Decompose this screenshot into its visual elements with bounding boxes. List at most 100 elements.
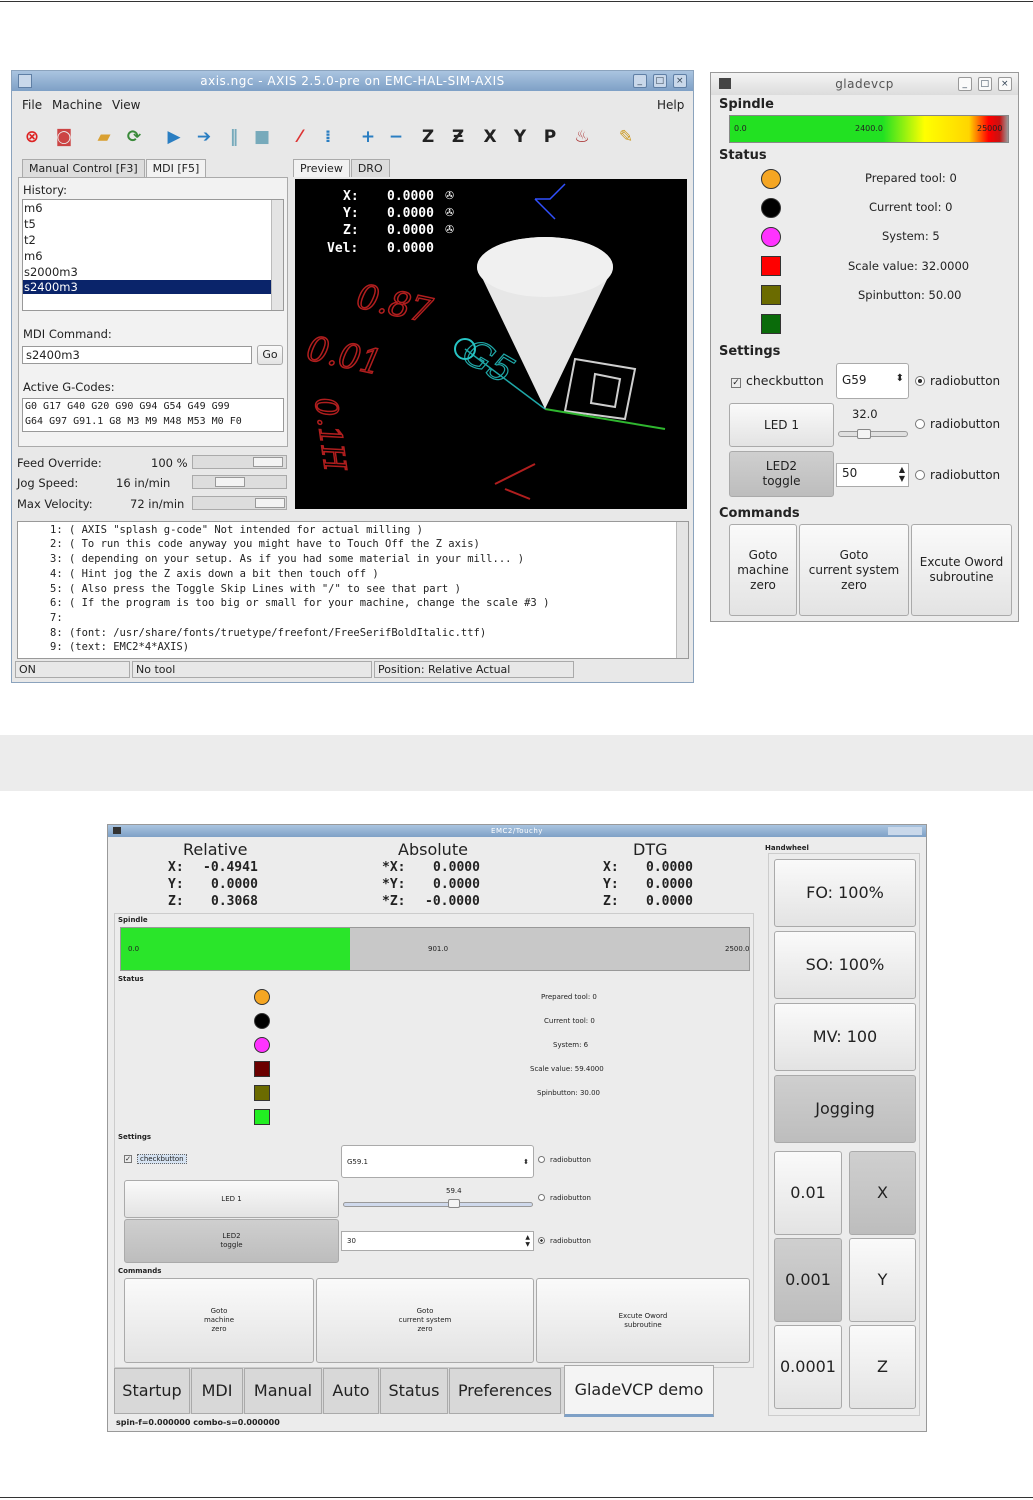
- led1-button[interactable]: LED 1: [124, 1180, 339, 1218]
- tab-mdi[interactable]: MDI: [191, 1368, 243, 1414]
- maximize-icon[interactable]: □: [978, 77, 992, 91]
- estop-icon[interactable]: ⊗: [20, 125, 44, 149]
- menu-help[interactable]: Help: [657, 98, 684, 112]
- tab-startup[interactable]: Startup: [114, 1368, 190, 1414]
- history-item[interactable]: t5: [24, 217, 36, 231]
- history-list[interactable]: [22, 199, 284, 311]
- run-icon[interactable]: ▶: [162, 125, 186, 149]
- scale-slider[interactable]: [343, 1202, 533, 1207]
- goto-current-system-zero-button[interactable]: Goto current system zero: [316, 1278, 534, 1363]
- mdi-command-input[interactable]: s2400m3: [22, 346, 252, 364]
- max-velocity-button[interactable]: MV: 100: [774, 1003, 916, 1071]
- checkbutton[interactable]: ✓ checkbutton: [731, 373, 824, 388]
- zoom-out-icon[interactable]: −: [384, 125, 408, 149]
- open-file-icon[interactable]: ▰: [92, 125, 116, 149]
- feed-override-button[interactable]: FO: 100%: [774, 859, 916, 927]
- history-item[interactable]: m6: [24, 249, 43, 263]
- axis-z-button[interactable]: Z: [849, 1325, 916, 1409]
- close-icon[interactable]: ×: [673, 74, 687, 88]
- touchy-window: EMC2/Touchy Relative Absolute DTG X: -0.…: [107, 824, 927, 1432]
- skip-lines-icon[interactable]: ⁄: [288, 125, 312, 149]
- radiobutton-3[interactable]: radiobutton: [538, 1237, 591, 1245]
- scale-slider[interactable]: [838, 431, 908, 437]
- history-item[interactable]: m6: [24, 201, 43, 215]
- scale-slider-knob[interactable]: [857, 429, 871, 439]
- menu-view[interactable]: View: [112, 98, 140, 112]
- tab-manual[interactable]: Manual: [244, 1368, 322, 1414]
- increment-0-01-button[interactable]: 0.01: [774, 1151, 842, 1235]
- gcode-line: 3: ( depending on your setup. As if you …: [50, 553, 525, 565]
- view-z2-icon[interactable]: Ƶ: [446, 125, 470, 149]
- feed-override-slider[interactable]: [192, 455, 287, 469]
- clear-plot-icon[interactable]: ✎: [614, 125, 638, 149]
- tab-gladevcp-demo[interactable]: GladeVCP demo: [564, 1365, 714, 1417]
- goto-machine-zero-button[interactable]: Goto machine zero: [729, 524, 797, 616]
- pause-icon[interactable]: ‖: [222, 125, 246, 149]
- radiobutton-1[interactable]: radiobutton: [538, 1156, 591, 1164]
- go-button[interactable]: Go: [257, 345, 283, 365]
- g-code-combo[interactable]: G59 ⬍: [836, 363, 909, 399]
- view-x-icon[interactable]: X: [478, 125, 502, 149]
- increment-0-0001-button[interactable]: 0.0001: [774, 1325, 842, 1409]
- maximize-icon[interactable]: □: [653, 74, 667, 88]
- window-controls-icon[interactable]: [888, 827, 922, 835]
- power-icon[interactable]: ◙: [52, 125, 76, 149]
- rotate-view-icon[interactable]: ♨: [570, 125, 594, 149]
- menu-machine[interactable]: Machine: [52, 98, 102, 112]
- spin-field[interactable]: 30 ▲ ▼: [341, 1231, 534, 1251]
- jogging-button[interactable]: Jogging: [774, 1075, 916, 1143]
- history-item-selected[interactable]: s2400m3: [23, 280, 271, 294]
- spin-arrows-icon[interactable]: ▲ ▼: [525, 1234, 530, 1248]
- jog-speed-slider[interactable]: [192, 475, 287, 489]
- minimize-icon[interactable]: _: [633, 74, 647, 88]
- menu-file[interactable]: File: [22, 98, 42, 112]
- tab-preferences[interactable]: Preferences: [449, 1368, 561, 1414]
- view-z-icon[interactable]: Z: [416, 125, 440, 149]
- gcode-scrollbar[interactable]: [676, 522, 688, 658]
- tab-manual-control[interactable]: Manual Control [F3]: [22, 159, 145, 177]
- increment-0-001-button[interactable]: 0.001: [774, 1238, 842, 1322]
- tab-status[interactable]: Status: [380, 1368, 448, 1414]
- led1-button[interactable]: LED 1: [729, 403, 834, 447]
- scale-slider-knob[interactable]: [448, 1199, 460, 1208]
- window-menu-icon[interactable]: [719, 78, 731, 89]
- goto-machine-zero-button[interactable]: Goto machine zero: [124, 1278, 314, 1363]
- reload-icon[interactable]: ⟳: [122, 125, 146, 149]
- preview-canvas[interactable]: 0.87 0.01 0.1H G5 X: 0.0000 Y: 0.0000 Z:…: [295, 179, 687, 509]
- window-menu-icon[interactable]: [18, 74, 32, 88]
- radiobutton-2[interactable]: radiobutton: [915, 417, 1000, 431]
- g-code-combo[interactable]: G59.1 ⬍: [341, 1145, 534, 1178]
- zoom-in-icon[interactable]: +: [356, 125, 380, 149]
- history-item[interactable]: t2: [24, 233, 36, 247]
- view-y-icon[interactable]: Y: [508, 125, 532, 149]
- execute-oword-button[interactable]: Excute Oword subroutine: [536, 1278, 750, 1363]
- spindle-override-button[interactable]: SO: 100%: [774, 931, 916, 999]
- spin-field[interactable]: 50 ▲ ▼: [836, 463, 909, 487]
- max-velocity-slider[interactable]: [192, 496, 287, 510]
- led2-toggle-button[interactable]: LED2 toggle: [729, 451, 834, 497]
- axis-x-button[interactable]: X: [849, 1151, 916, 1235]
- axis-y-button[interactable]: Y: [849, 1238, 916, 1322]
- stop-icon[interactable]: ■: [250, 125, 274, 149]
- col-dtg-header: DTG: [633, 840, 668, 859]
- tab-auto[interactable]: Auto: [323, 1368, 379, 1414]
- led2-toggle-button[interactable]: LED2 toggle: [124, 1219, 339, 1263]
- tab-dro[interactable]: DRO: [350, 159, 390, 177]
- execute-oword-button[interactable]: Excute Oword subroutine: [911, 524, 1012, 616]
- spin-arrows-icon[interactable]: ▲ ▼: [899, 465, 905, 483]
- history-scrollbar[interactable]: [271, 200, 283, 310]
- window-menu-icon[interactable]: [113, 827, 121, 834]
- view-p-icon[interactable]: P: [538, 125, 562, 149]
- tab-preview[interactable]: Preview: [293, 159, 350, 177]
- radiobutton-2[interactable]: radiobutton: [538, 1194, 591, 1202]
- checkbutton[interactable]: ✓ checkbutton: [124, 1154, 187, 1164]
- tab-mdi[interactable]: MDI [F5]: [145, 159, 207, 177]
- minimize-icon[interactable]: _: [958, 77, 972, 91]
- goto-current-system-zero-button[interactable]: Goto current system zero: [799, 524, 909, 616]
- radiobutton-3[interactable]: radiobutton: [915, 468, 1000, 482]
- step-icon[interactable]: ➔: [192, 125, 216, 149]
- radiobutton-1[interactable]: radiobutton: [915, 374, 1000, 388]
- close-icon[interactable]: ×: [998, 77, 1012, 91]
- optional-stop-icon[interactable]: ⁞: [316, 125, 340, 149]
- history-item[interactable]: s2000m3: [24, 265, 78, 279]
